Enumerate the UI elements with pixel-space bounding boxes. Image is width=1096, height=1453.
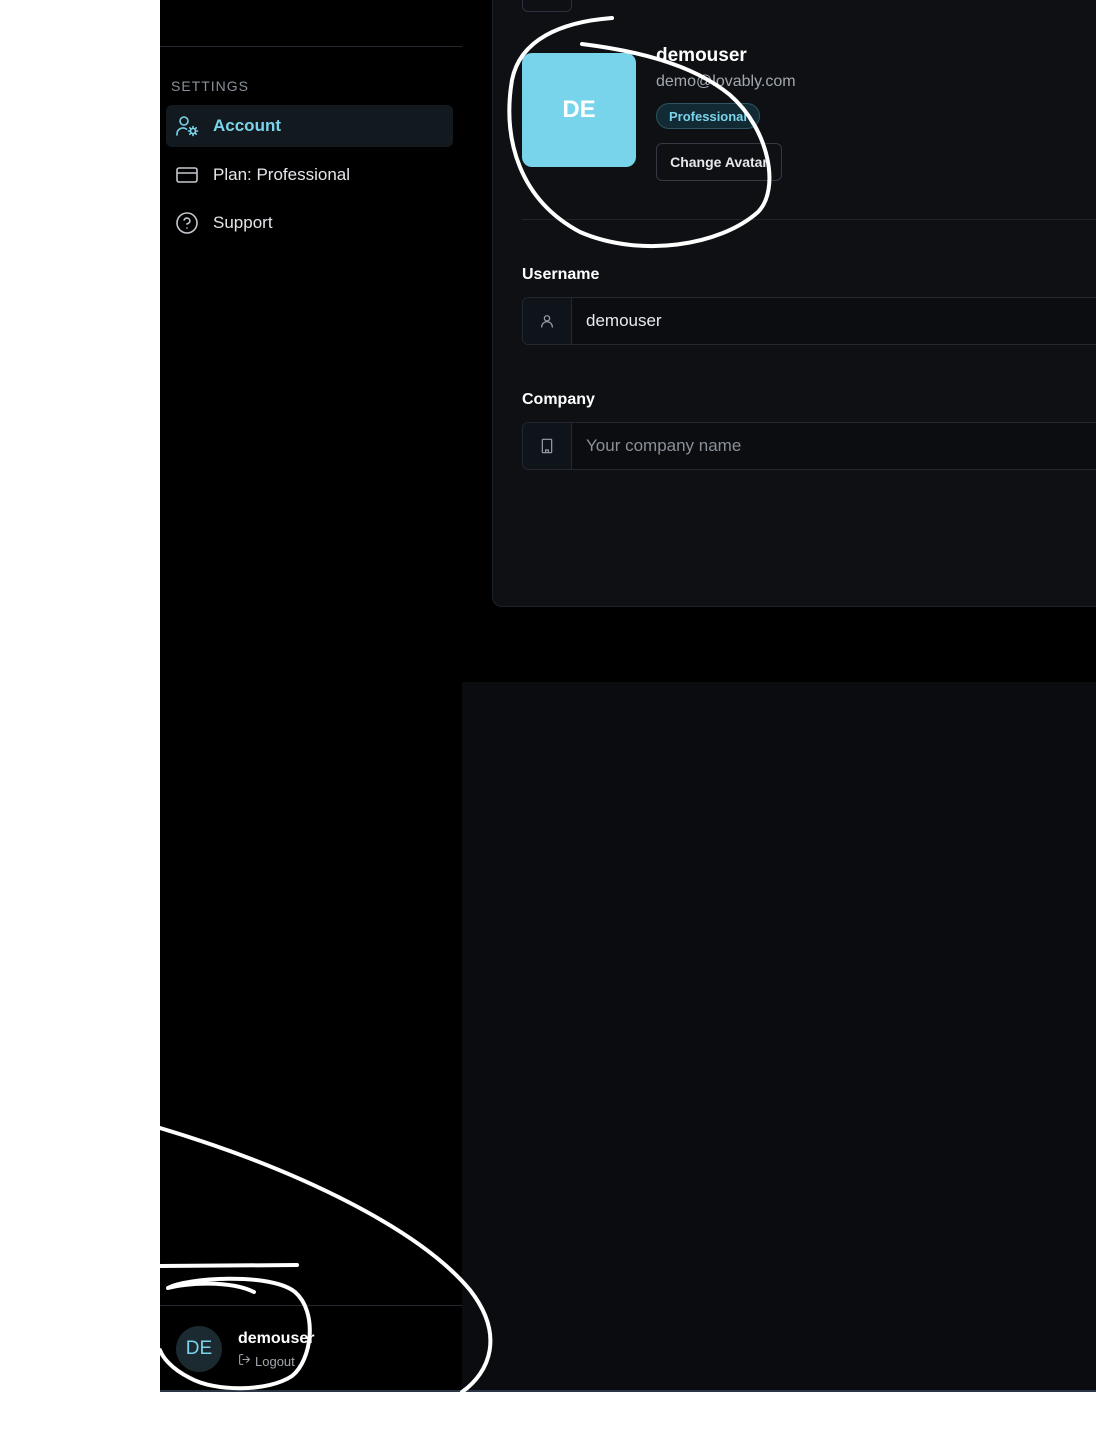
username-input-group <box>522 297 1096 345</box>
logout-label: Logout <box>255 1353 295 1369</box>
user-gear-icon <box>175 114 199 138</box>
sidebar-item-label: Account <box>213 116 281 135</box>
sidebar-divider <box>160 1305 462 1306</box>
sidebar: SETTINGS Account Plan: Professional Supp… <box>160 0 463 1390</box>
help-circle-icon <box>175 211 199 235</box>
sidebar-item-plan[interactable]: Plan: Professional <box>166 154 453 196</box>
sidebar-item-label: Support <box>213 213 273 232</box>
main-content: DE demouser demo@lovably.com Professiona… <box>462 0 1096 1390</box>
app-window: SETTINGS Account Plan: Professional Supp… <box>160 0 1096 1390</box>
user-avatar[interactable]: DE <box>176 1326 222 1372</box>
change-avatar-button[interactable]: Change Avatar <box>656 143 782 181</box>
logout-button[interactable]: Logout <box>238 1353 295 1369</box>
logout-icon <box>238 1353 251 1369</box>
company-input[interactable] <box>572 423 1096 469</box>
sidebar-item-account[interactable]: Account <box>166 105 453 147</box>
profile-email: demo@lovably.com <box>656 73 796 90</box>
sidebar-item-support[interactable]: Support <box>166 202 453 244</box>
company-label: Company <box>522 391 595 408</box>
username-input[interactable] <box>572 298 1096 344</box>
building-icon <box>523 423 572 469</box>
company-input-group <box>522 422 1096 470</box>
profile-avatar: DE <box>522 53 636 167</box>
profile-username: demouser <box>656 45 747 66</box>
window-bottom-edge <box>160 1390 1096 1392</box>
card-divider <box>522 219 1096 220</box>
username-label: Username <box>522 266 600 283</box>
top-button-stub[interactable] <box>522 0 572 12</box>
settings-section-heading: SETTINGS <box>171 78 250 94</box>
user-name: demouser <box>238 1330 315 1347</box>
sidebar-item-label: Plan: Professional <box>213 165 351 184</box>
sidebar-divider <box>160 46 462 47</box>
plan-badge: Professional <box>656 103 761 129</box>
user-icon <box>523 298 572 344</box>
credit-card-icon <box>175 163 199 187</box>
